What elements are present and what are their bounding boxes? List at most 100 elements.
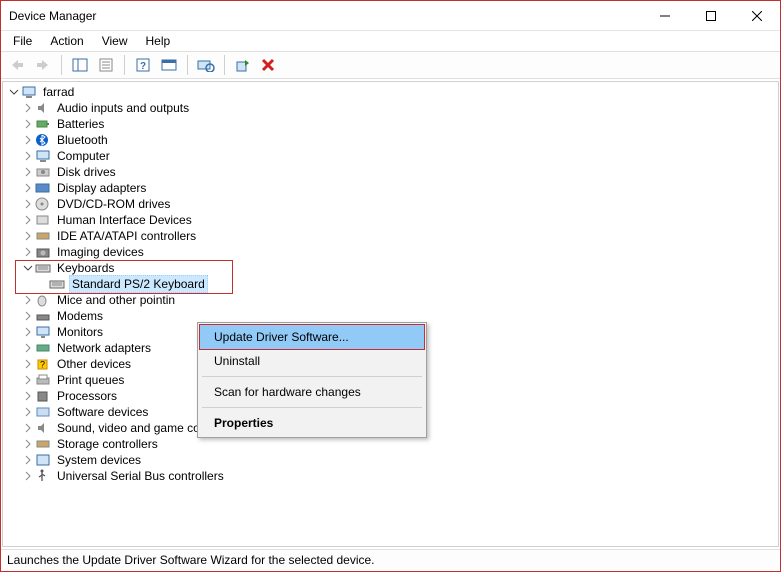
action-toolbar-button[interactable] [157, 53, 181, 77]
chevron-right-icon[interactable] [21, 421, 35, 435]
tree-item-bluetooth[interactable]: Bluetooth [7, 132, 778, 148]
menu-view[interactable]: View [94, 32, 136, 50]
context-menu-separator [202, 407, 422, 408]
chevron-right-icon[interactable] [21, 197, 35, 211]
tree-item-system[interactable]: System devices [7, 452, 778, 468]
toolbar-separator [224, 55, 225, 75]
chevron-right-icon[interactable] [21, 469, 35, 483]
tree-item-label: Mice and other pointin [55, 292, 177, 308]
display-adapter-icon [35, 180, 51, 196]
tree-item-label: Audio inputs and outputs [55, 100, 191, 116]
tree-item-hid[interactable]: Human Interface Devices [7, 212, 778, 228]
software-icon [35, 404, 51, 420]
update-driver-button[interactable] [231, 53, 255, 77]
bluetooth-icon [35, 132, 51, 148]
chevron-right-icon[interactable] [21, 293, 35, 307]
chevron-right-icon[interactable] [21, 149, 35, 163]
chevron-right-icon[interactable] [21, 213, 35, 227]
tree-item-label: System devices [55, 452, 143, 468]
scan-hardware-button[interactable] [194, 53, 218, 77]
statusbar: Launches the Update Driver Software Wiza… [1, 549, 780, 571]
chevron-right-icon[interactable] [21, 117, 35, 131]
chevron-right-icon[interactable] [21, 181, 35, 195]
tree-item-label: IDE ATA/ATAPI controllers [55, 228, 198, 244]
ide-icon [35, 228, 51, 244]
tree-item-label: Standard PS/2 Keyboard [69, 275, 208, 293]
tree-item-mice[interactable]: Mice and other pointin [7, 292, 778, 308]
window-icon [161, 58, 177, 72]
context-update-driver[interactable]: Update Driver Software... [199, 324, 425, 350]
tree-item-computer[interactable]: Computer [7, 148, 778, 164]
dvd-icon [35, 196, 51, 212]
disk-icon [35, 164, 51, 180]
chevron-right-icon[interactable] [21, 341, 35, 355]
tree-item-label: Display adapters [55, 180, 148, 196]
tree-item-imaging[interactable]: Imaging devices [7, 244, 778, 260]
tree-item-audio[interactable]: Audio inputs and outputs [7, 100, 778, 116]
toolbar-separator [124, 55, 125, 75]
tree-item-usb[interactable]: Universal Serial Bus controllers [7, 468, 778, 484]
menu-help[interactable]: Help [138, 32, 179, 50]
network-icon [35, 340, 51, 356]
chevron-right-icon[interactable] [21, 101, 35, 115]
tree-item-label: Modems [55, 308, 105, 324]
chevron-right-icon[interactable] [21, 453, 35, 467]
svg-text:?: ? [140, 61, 146, 72]
minimize-button[interactable] [642, 1, 688, 31]
tree-item-label: Human Interface Devices [55, 212, 194, 228]
tree-item-label: Keyboards [55, 260, 116, 276]
tree-item-label: Storage controllers [55, 436, 160, 452]
show-hide-console-button[interactable] [68, 53, 92, 77]
tree-root[interactable]: farrad [7, 84, 778, 100]
chevron-right-icon[interactable] [21, 373, 35, 387]
tree-item-standard-keyboard[interactable]: Standard PS/2 Keyboard [7, 276, 778, 292]
chevron-right-icon[interactable] [21, 357, 35, 371]
battery-icon [35, 116, 51, 132]
tree-item-storage[interactable]: Storage controllers [7, 436, 778, 452]
svg-text:?: ? [40, 360, 45, 370]
toolbar: ? [1, 51, 780, 79]
tree-item-ide[interactable]: IDE ATA/ATAPI controllers [7, 228, 778, 244]
tree-item-batteries[interactable]: Batteries [7, 116, 778, 132]
tree-item-dvd[interactable]: DVD/CD-ROM drives [7, 196, 778, 212]
tree-item-display[interactable]: Display adapters [7, 180, 778, 196]
context-properties[interactable]: Properties [200, 411, 424, 435]
tree-item-label: Imaging devices [55, 244, 146, 260]
chevron-right-icon[interactable] [21, 405, 35, 419]
tree-item-label: Monitors [55, 324, 105, 340]
back-button[interactable] [5, 53, 29, 77]
device-tree[interactable]: farrad Audio inputs and outputs Batterie… [2, 81, 779, 547]
help-icon: ? [135, 58, 151, 72]
chevron-down-icon[interactable] [7, 85, 21, 99]
tree-item-disk-drives[interactable]: Disk drives [7, 164, 778, 180]
keyboard-icon [49, 276, 65, 292]
context-menu-label: Properties [214, 416, 273, 430]
chevron-right-icon[interactable] [21, 325, 35, 339]
menu-action[interactable]: Action [42, 32, 91, 50]
titlebar: Device Manager [1, 1, 780, 31]
close-button[interactable] [734, 1, 780, 31]
chevron-right-icon[interactable] [21, 309, 35, 323]
maximize-button[interactable] [688, 1, 734, 31]
printer-icon [35, 372, 51, 388]
chevron-right-icon[interactable] [21, 389, 35, 403]
uninstall-button[interactable] [257, 53, 281, 77]
tree-item-keyboards[interactable]: Keyboards [7, 260, 778, 276]
chevron-right-icon[interactable] [21, 229, 35, 243]
chevron-down-icon[interactable] [21, 261, 35, 275]
context-uninstall[interactable]: Uninstall [200, 349, 424, 373]
properties-toolbar-button[interactable] [94, 53, 118, 77]
menu-file[interactable]: File [5, 32, 40, 50]
context-scan[interactable]: Scan for hardware changes [200, 380, 424, 404]
tree-root-label: farrad [41, 84, 76, 100]
chevron-right-icon[interactable] [21, 133, 35, 147]
help-toolbar-button[interactable]: ? [131, 53, 155, 77]
chevron-right-icon[interactable] [21, 165, 35, 179]
window-title: Device Manager [9, 9, 642, 23]
forward-arrow-icon [35, 58, 51, 72]
hid-icon [35, 212, 51, 228]
chevron-right-icon[interactable] [21, 245, 35, 259]
chevron-right-icon[interactable] [21, 437, 35, 451]
forward-button[interactable] [31, 53, 55, 77]
uninstall-icon [261, 58, 277, 72]
